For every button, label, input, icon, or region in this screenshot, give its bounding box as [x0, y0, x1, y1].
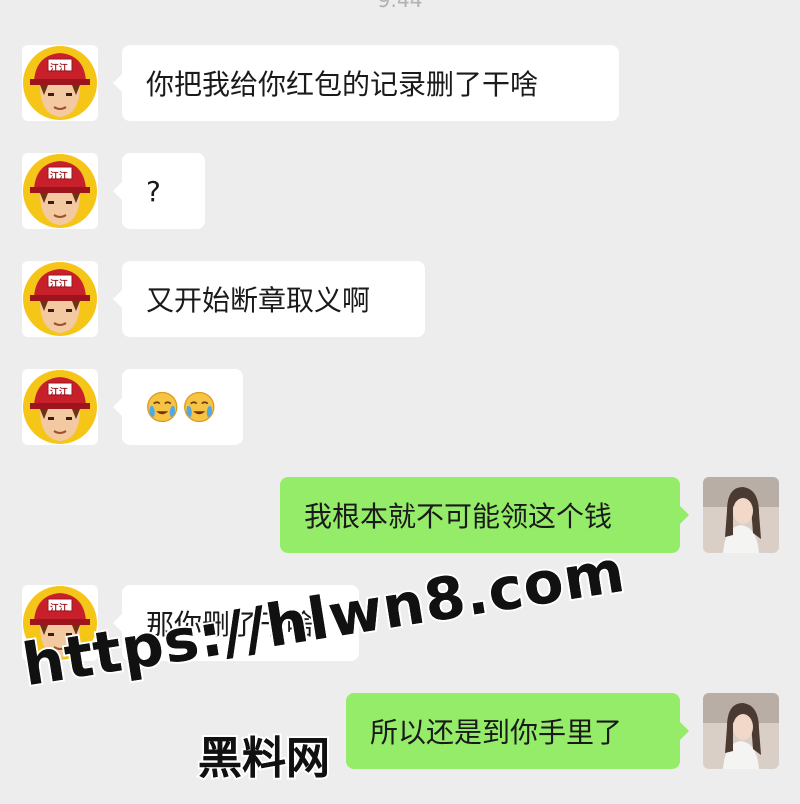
avatar-badge-text: 江江 — [50, 280, 69, 290]
red-cap-boy-avatar-icon[interactable]: 江江 — [22, 45, 98, 121]
avatar-badge-text: 江江 — [50, 388, 69, 398]
message-text: 所以还是到你手里了 — [370, 716, 623, 749]
crying-face-emoji-icon — [183, 388, 216, 426]
crying-face-emoji-icon — [146, 388, 179, 426]
message-row: 所以还是到你手里了 — [0, 693, 800, 771]
message-row: 江江 — [0, 369, 800, 447]
outgoing-message-bubble[interactable]: 所以还是到你手里了 — [346, 693, 689, 769]
avatar-badge-text: 江江 — [50, 604, 69, 614]
incoming-message-bubble[interactable] — [113, 369, 243, 445]
incoming-message-bubble[interactable]: 你把我给你红包的记录删了干啥 — [113, 45, 619, 121]
watermark-name: 黑料网 — [196, 731, 332, 786]
avatar-badge-text: 江江 — [50, 64, 69, 74]
message-text: ? — [146, 174, 161, 208]
message-row: 我根本就不可能领这个钱 — [0, 477, 800, 555]
watermark-url: https://hlwn8.com — [16, 535, 632, 701]
message-timestamp: 9:44 — [377, 0, 423, 12]
message-row: 江江 ? — [0, 153, 800, 231]
message-text: 我根本就不可能领这个钱 — [304, 500, 613, 533]
message-row: 江江 又开始断章取义啊 — [0, 261, 800, 339]
red-cap-boy-avatar-icon[interactable]: 江江 — [22, 261, 98, 337]
outgoing-message-bubble[interactable]: 我根本就不可能领这个钱 — [280, 477, 689, 553]
red-cap-boy-avatar-icon[interactable]: 江江 — [22, 369, 98, 445]
girl-photo-avatar-icon[interactable] — [703, 477, 779, 553]
avatar-badge-text: 江江 — [50, 172, 69, 182]
message-text: 你把我给你红包的记录删了干啥 — [146, 68, 539, 101]
message-text: 又开始断章取义啊 — [146, 284, 371, 317]
red-cap-boy-avatar-icon[interactable]: 江江 — [22, 153, 98, 229]
girl-photo-avatar-icon[interactable] — [703, 693, 779, 769]
incoming-message-bubble[interactable]: ? — [113, 153, 205, 229]
incoming-message-bubble[interactable]: 又开始断章取义啊 — [113, 261, 425, 337]
message-row: 江江 你把我给你红包的记录删了干啥 — [0, 45, 800, 123]
